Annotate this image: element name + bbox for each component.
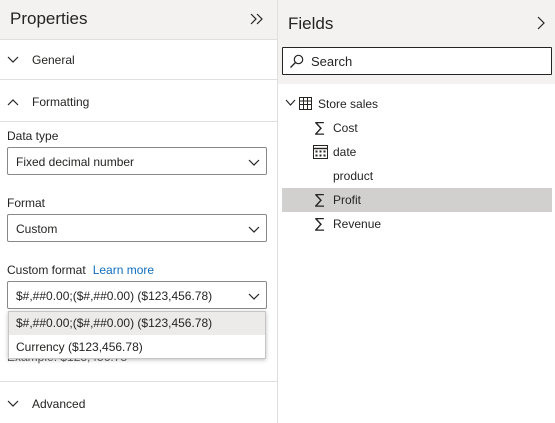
custom-format-select[interactable]: $#,##0.00;($#,##0.00) ($123,456.78) xyxy=(7,281,267,309)
chevron-down-icon xyxy=(7,56,19,63)
collapse-pane-button[interactable] xyxy=(246,8,268,30)
properties-pane: Properties General Formatting Data type … xyxy=(0,0,278,423)
sigma-icon: ∑ xyxy=(315,192,325,208)
field-name: date xyxy=(333,145,357,159)
field-item-profit[interactable]: ∑ Profit xyxy=(282,188,552,212)
section-general[interactable]: General xyxy=(0,40,277,80)
custom-format-label: Custom format Learn more xyxy=(7,263,154,277)
section-advanced-label: Advanced xyxy=(32,397,86,411)
fields-header: Fields xyxy=(278,0,555,84)
chevron-right-icon xyxy=(537,16,545,30)
properties-title: Properties xyxy=(10,9,88,28)
learn-more-link[interactable]: Learn more xyxy=(93,263,154,277)
chevron-down-icon xyxy=(248,226,260,233)
field-item-product[interactable]: product xyxy=(282,164,552,188)
table-icon xyxy=(299,97,312,110)
dropdown-option[interactable]: $#,##0.00;($#,##0.00) ($123,456.78) xyxy=(9,312,265,335)
field-name: Revenue xyxy=(333,217,382,231)
calendar-icon xyxy=(313,145,328,159)
tree-table-store-sales[interactable]: Store sales xyxy=(282,92,552,116)
format-value: Custom xyxy=(16,222,58,236)
field-item-cost[interactable]: ∑ Cost xyxy=(282,116,552,140)
properties-header: Properties xyxy=(0,0,277,40)
format-label: Format xyxy=(7,196,46,210)
section-general-label: General xyxy=(32,53,75,67)
sigma-icon: ∑ xyxy=(315,216,325,232)
field-name: Profit xyxy=(333,193,362,207)
field-name: Cost xyxy=(333,121,358,135)
section-advanced[interactable]: Advanced xyxy=(0,381,277,423)
fields-pane: Fields Store sales ∑ Cos xyxy=(278,0,555,423)
data-type-value: Fixed decimal number xyxy=(16,155,135,169)
search-icon xyxy=(290,54,304,68)
table-name: Store sales xyxy=(318,97,379,111)
custom-format-label-text: Custom format xyxy=(7,263,86,277)
chevron-down-icon xyxy=(248,293,260,300)
chevron-down-icon xyxy=(7,400,19,407)
data-type-select[interactable]: Fixed decimal number xyxy=(7,147,267,175)
chevron-up-icon xyxy=(7,99,19,106)
double-chevron-right-icon xyxy=(250,13,263,25)
search-input[interactable] xyxy=(311,52,541,70)
expand-fields-button[interactable] xyxy=(534,15,548,31)
field-name: product xyxy=(333,169,374,183)
custom-format-value: $#,##0.00;($#,##0.00) ($123,456.78) xyxy=(16,289,213,303)
chevron-down-icon xyxy=(248,159,260,166)
custom-format-dropdown-list: $#,##0.00;($#,##0.00) ($123,456.78) Curr… xyxy=(8,311,266,359)
field-item-date[interactable]: date xyxy=(282,140,552,164)
data-type-label: Data type xyxy=(7,129,59,143)
section-formatting-label: Formatting xyxy=(32,95,90,109)
sigma-icon: ∑ xyxy=(315,120,325,136)
section-formatting[interactable]: Formatting xyxy=(0,82,277,122)
dropdown-option[interactable]: Currency ($123,456.78) xyxy=(9,336,265,359)
field-item-revenue[interactable]: ∑ Revenue xyxy=(282,212,552,236)
fields-search-box[interactable] xyxy=(282,47,552,75)
format-select[interactable]: Custom xyxy=(7,214,267,242)
fields-title: Fields xyxy=(288,14,334,33)
chevron-down-icon xyxy=(285,99,296,106)
